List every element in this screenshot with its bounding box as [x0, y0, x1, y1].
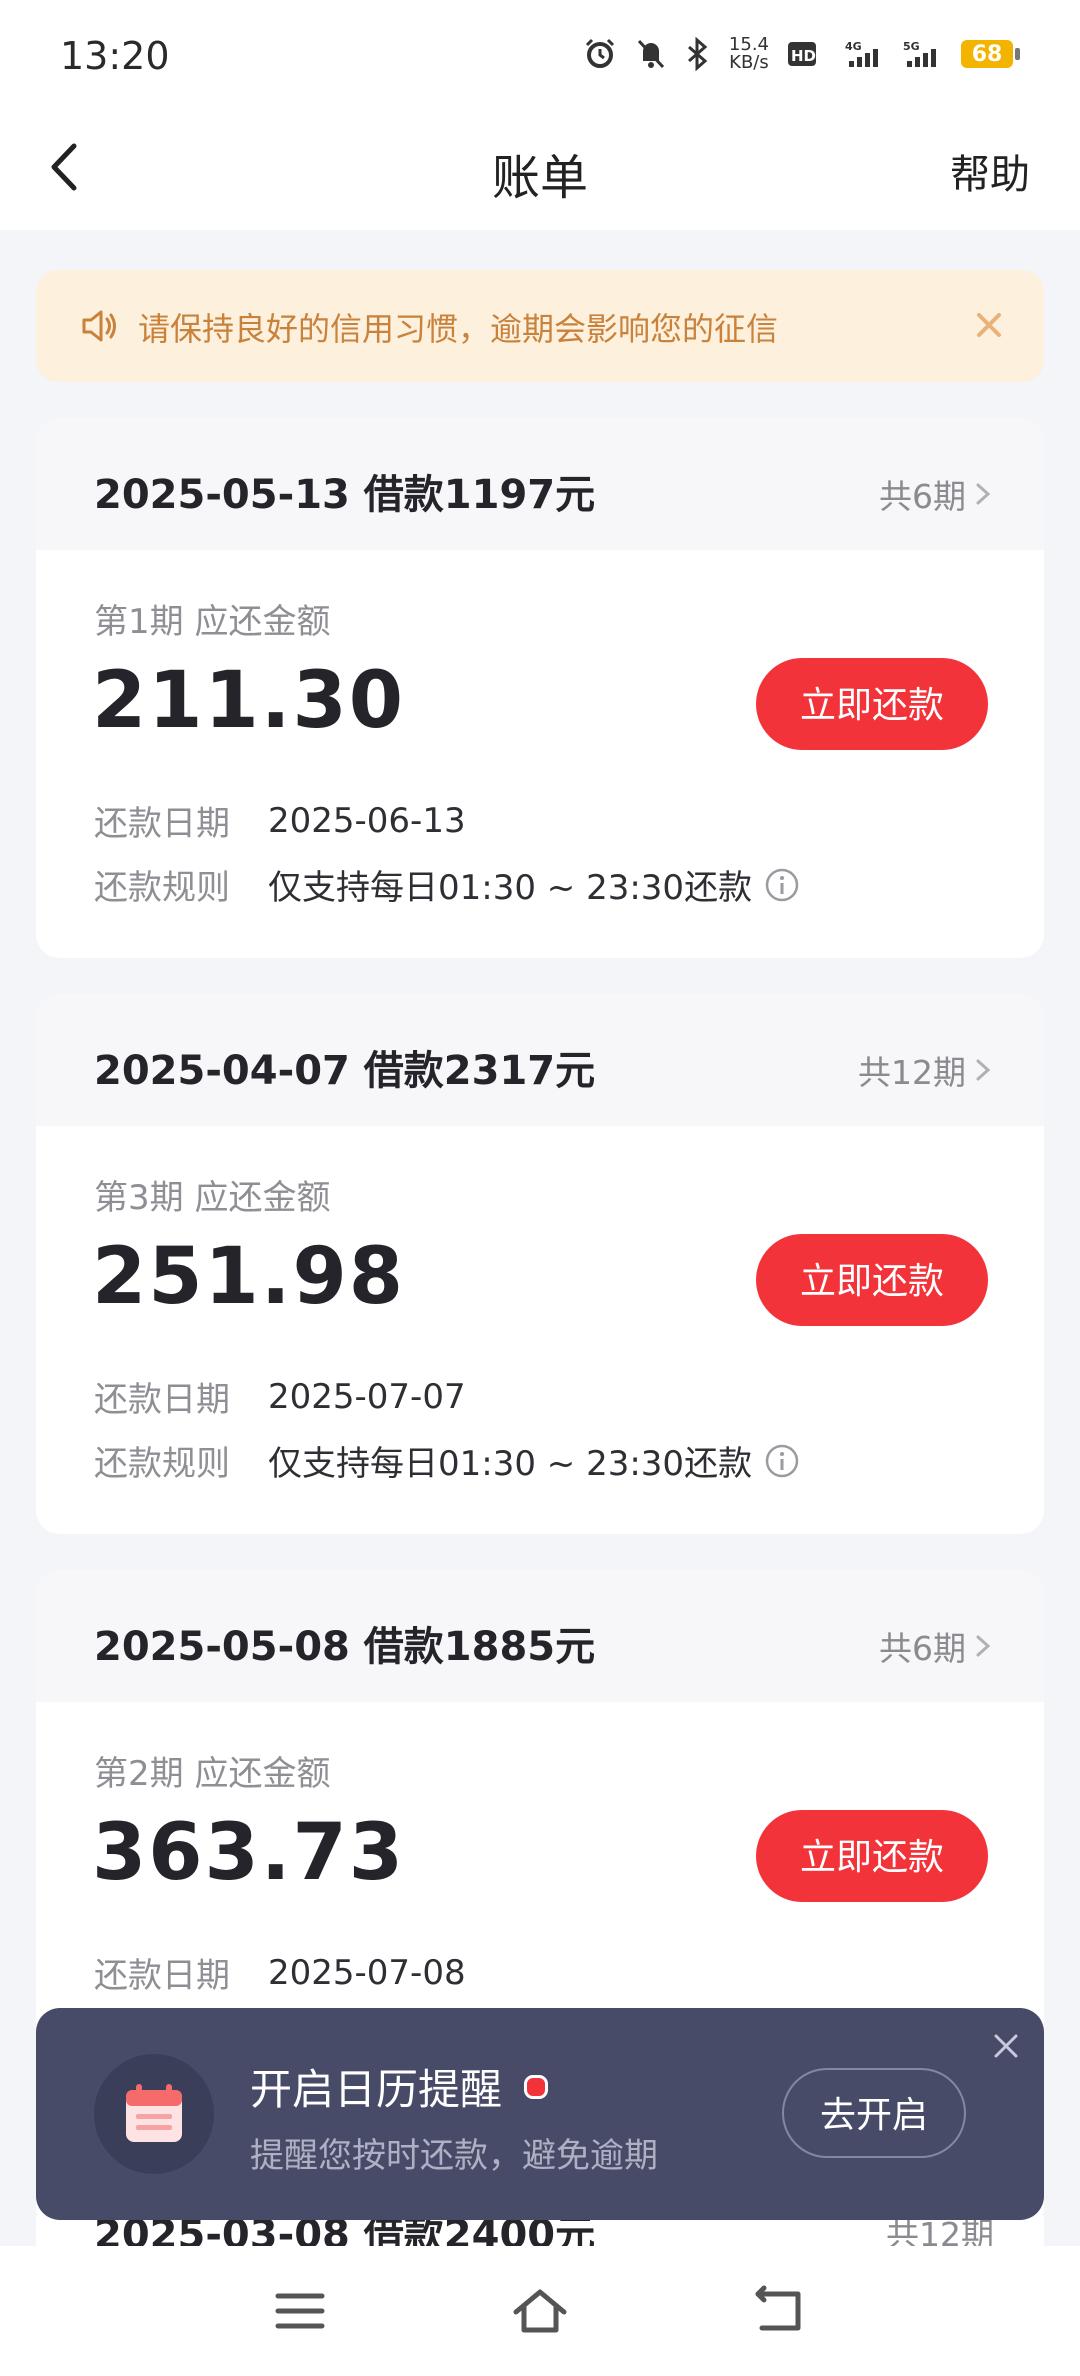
info-icon[interactable] [764, 867, 800, 903]
svg-text:4G: 4G [845, 40, 862, 53]
signal-4g-icon: 4G [845, 40, 878, 67]
bill-title: 2025-05-08 借款1885元 [94, 1624, 596, 1670]
due-date-value: 2025-07-08 [268, 1952, 466, 1993]
bill-title: 2025-04-07 借款2317元 [94, 1048, 596, 1094]
installments-count: 共6期 [879, 1629, 966, 1668]
alarm-icon [585, 38, 614, 68]
red-dot-indicator [524, 2074, 549, 2099]
bill-card-header[interactable]: 2025-05-13 借款1197元 共6期 [36, 418, 1044, 550]
mute-bell-icon [637, 39, 665, 69]
due-date-row: 还款日期 2025-07-07 [94, 1372, 466, 1421]
installments-link[interactable]: 共6期 [879, 1622, 994, 1670]
bill-title: 2025-05-13 借款1197元 [94, 472, 596, 518]
status-time: 13:20 [60, 34, 170, 78]
calendar-icon-badge [94, 2054, 214, 2174]
due-date-label: 还款日期 [94, 1956, 230, 1996]
due-date-value: 2025-07-07 [268, 1376, 466, 1417]
due-amount: 211.30 [92, 656, 405, 746]
back-nav-icon[interactable] [750, 2284, 810, 2338]
home-icon[interactable] [510, 2284, 570, 2338]
repay-rule-label: 还款规则 [94, 868, 230, 908]
calendar-reminder-title: 开启日历提醒 [250, 2056, 549, 2117]
speaker-icon [82, 310, 116, 342]
bill-card-header[interactable]: 2025-05-08 借款1885元 共6期 [36, 1570, 1044, 1702]
help-button[interactable]: 帮助 [950, 142, 1030, 200]
battery-level: 68 [961, 40, 1013, 68]
bill-card: 2025-05-13 借款1197元 共6期 第1期 应还金额 211.30 立… [36, 418, 1044, 958]
chevron-right-icon [976, 483, 991, 505]
close-icon[interactable] [986, 2026, 1026, 2066]
page-title: 账单 [491, 150, 588, 206]
net-speed-unit: KB/s [729, 52, 769, 73]
hd-icon: HD [788, 42, 816, 66]
installments-link[interactable]: 共6期 [879, 470, 994, 518]
calendar-icon [126, 2084, 182, 2142]
notice-text: 请保持良好的信用习惯，逾期会影响您的征信 [138, 310, 779, 348]
period-label: 第2期 应还金额 [94, 1754, 331, 1794]
due-amount: 363.73 [92, 1808, 405, 1898]
net-speed: 15.4 KB/s [729, 36, 769, 72]
installments-count: 共6期 [879, 477, 966, 516]
svg-text:5G: 5G [903, 40, 920, 53]
calendar-reminder-title-text: 开启日历提醒 [250, 2065, 503, 2114]
credit-notice-banner: 请保持良好的信用习惯，逾期会影响您的征信 [36, 270, 1044, 382]
due-date-row: 还款日期 2025-07-08 [94, 1948, 466, 1997]
info-icon[interactable] [764, 1443, 800, 1479]
chevron-right-icon [976, 1059, 991, 1081]
signal-5g-icon: 5G [903, 40, 936, 67]
repay-rule-label: 还款规则 [94, 1444, 230, 1484]
bill-card-header[interactable]: 2025-04-07 借款2317元 共12期 [36, 994, 1044, 1126]
calendar-reminder-toast: 开启日历提醒 提醒您按时还款，避免逾期 去开启 [36, 2008, 1044, 2220]
due-date-label: 还款日期 [94, 1380, 230, 1420]
enable-reminder-button[interactable]: 去开启 [782, 2068, 966, 2158]
close-icon[interactable] [964, 300, 1014, 350]
bill-card: 2025-04-07 借款2317元 共12期 第3期 应还金额 251.98 … [36, 994, 1044, 1534]
repay-rule-value: 仅支持每日01:30 ~ 23:30还款 [268, 1444, 753, 1484]
system-nav-bar [0, 2246, 1080, 2376]
battery-icon: 68 [961, 40, 1020, 68]
repay-rule-value: 仅支持每日01:30 ~ 23:30还款 [268, 868, 753, 908]
bluetooth-icon [687, 37, 708, 71]
installments-link[interactable]: 共12期 [858, 1046, 994, 1094]
status-bar: 13:20 15.4 KB/s HD 4G 5G 68 [0, 0, 1080, 110]
chevron-right-icon [976, 1635, 991, 1657]
nav-bar: 账单 帮助 [0, 110, 1080, 230]
pay-now-button[interactable]: 立即还款 [756, 658, 988, 750]
repay-rule-row: 还款规则 仅支持每日01:30 ~ 23:30还款 [94, 860, 800, 909]
due-date-value: 2025-06-13 [268, 800, 466, 841]
due-date-label: 还款日期 [94, 804, 230, 844]
due-date-row: 还款日期 2025-06-13 [94, 796, 466, 845]
period-label: 第3期 应还金额 [94, 1178, 331, 1218]
installments-count: 共12期 [858, 1053, 966, 1092]
due-amount: 251.98 [92, 1232, 405, 1322]
pay-now-button[interactable]: 立即还款 [756, 1234, 988, 1326]
pay-now-button[interactable]: 立即还款 [756, 1810, 988, 1902]
svg-text:HD: HD [791, 47, 816, 65]
calendar-reminder-subtitle: 提醒您按时还款，避免逾期 [250, 2136, 658, 2176]
status-icons: 15.4 KB/s HD 4G 5G 68 [583, 36, 1020, 72]
menu-icon[interactable] [270, 2284, 330, 2338]
repay-rule-row: 还款规则 仅支持每日01:30 ~ 23:30还款 [94, 1436, 800, 1485]
period-label: 第1期 应还金额 [94, 602, 331, 642]
